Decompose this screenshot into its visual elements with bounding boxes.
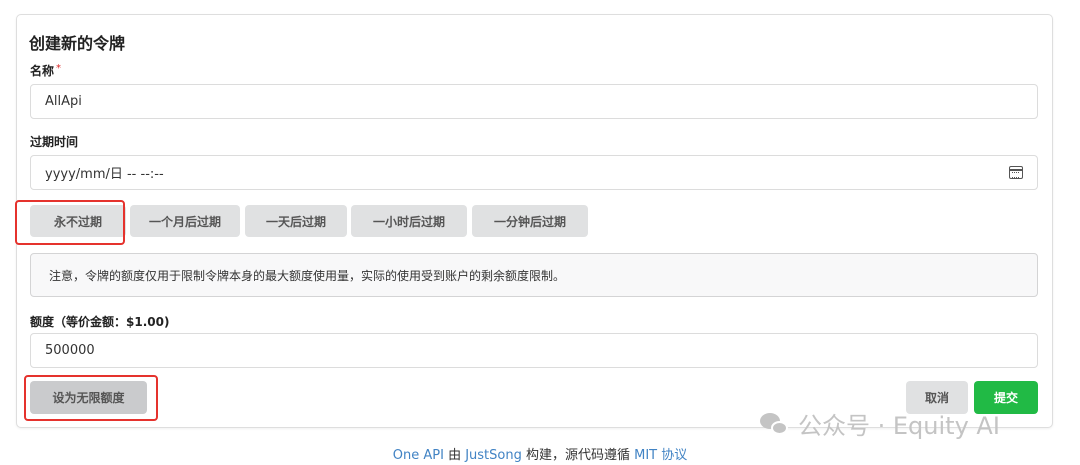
quota-input[interactable]: 500000 — [30, 333, 1038, 368]
quota-input-value: 500000 — [45, 343, 95, 358]
footer-link-justsong[interactable]: JustSong — [465, 448, 522, 463]
expire-one-minute-button[interactable]: 一分钟后过期 — [472, 205, 588, 237]
expiry-input-value: yyyy/mm/日 -- --:-- — [45, 167, 164, 182]
quota-notice: 注意，令牌的额度仅用于限制令牌本身的最大额度使用量，实际的使用受到账户的剩余额度… — [30, 253, 1038, 297]
watermark-text: 公众号 · Equity AI — [798, 412, 1000, 440]
expire-one-hour-button[interactable]: 一小时后过期 — [351, 205, 467, 237]
expiry-datetime-input[interactable]: yyyy/mm/日 -- --:-- — [30, 155, 1038, 190]
expire-one-day-button[interactable]: 一天后过期 — [245, 205, 347, 237]
page-title: 创建新的令牌 — [29, 34, 126, 53]
wechat-icon — [760, 411, 790, 437]
required-mark: * — [56, 63, 62, 74]
highlight-box-never-expire — [15, 200, 125, 245]
footer-link-mit-license[interactable]: MIT 协议 — [634, 448, 687, 463]
footer-link-one-api[interactable]: One API — [393, 448, 444, 463]
name-label: 名称 * — [30, 62, 61, 79]
name-label-text: 名称 — [30, 64, 55, 78]
highlight-box-unlimited — [24, 375, 158, 421]
footer-text-by: 由 — [443, 448, 466, 463]
quota-notice-text: 注意，令牌的额度仅用于限制令牌本身的最大额度使用量，实际的使用受到账户的剩余额度… — [49, 268, 566, 283]
quota-label: 额度（等价金额：$1.00) — [30, 315, 170, 329]
footer-text-built: 构建，源代码遵循 — [521, 448, 635, 463]
name-input[interactable]: AllApi — [30, 84, 1038, 119]
watermark: 公众号 · Equity AI — [760, 406, 1000, 441]
calendar-icon[interactable] — [1009, 166, 1023, 179]
expire-one-month-button[interactable]: 一个月后过期 — [130, 205, 240, 237]
footer: One API 由 JustSong 构建，源代码遵循 MIT 协议 — [0, 444, 1080, 463]
name-input-value: AllApi — [45, 94, 82, 109]
expiry-label: 过期时间 — [30, 135, 79, 149]
